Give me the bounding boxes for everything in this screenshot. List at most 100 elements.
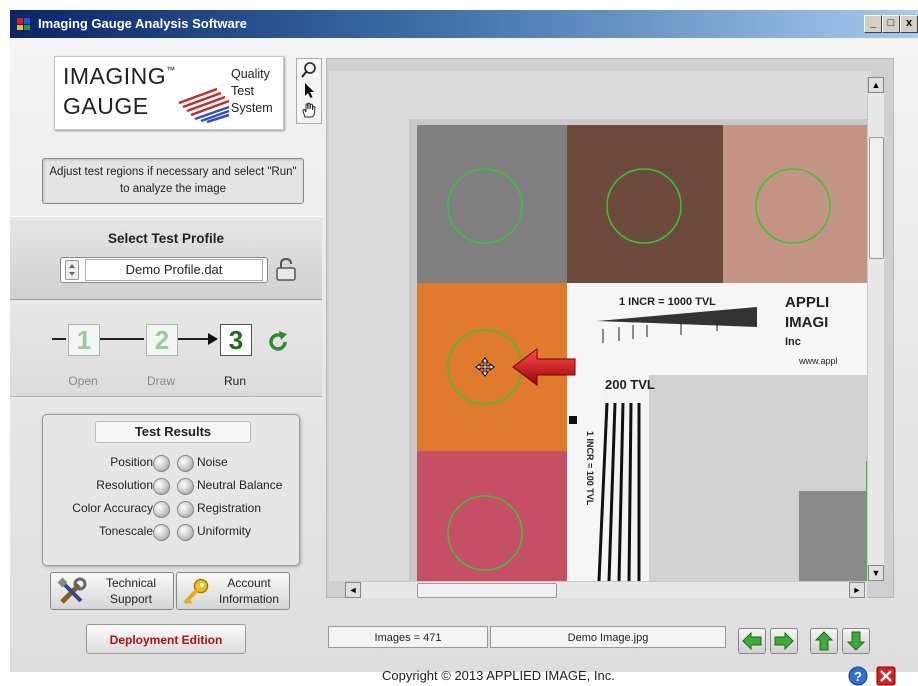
- test-profile-panel: Select Test Profile Demo Profile.dat: [10, 216, 322, 300]
- step-draw-button[interactable]: 2: [146, 324, 178, 356]
- image-viewer: 1 INCR = 1000 TVL APPLI IMAGI Inc www.ap…: [326, 58, 894, 598]
- exit-icon[interactable]: [876, 666, 896, 686]
- step-arrow-icon: [208, 333, 218, 345]
- test-chart-image: 1 INCR = 1000 TVL APPLI IMAGI Inc www.ap…: [409, 119, 871, 581]
- incr-top-label: 1 INCR = 1000 TVL: [619, 296, 716, 308]
- test-results-title: Test Results: [95, 421, 251, 443]
- brand-line2: IMAGI: [785, 314, 828, 331]
- account-information-button[interactable]: Account Information: [176, 572, 290, 610]
- step-connector: [178, 338, 212, 340]
- result-color-accuracy-label: Color Accuracy: [72, 501, 153, 515]
- incr-side-label: 1 INCR = 100 TVL: [585, 431, 595, 506]
- horizontal-scroll-thumb[interactable]: [417, 583, 557, 598]
- step-run-button[interactable]: 3: [220, 324, 252, 356]
- result-registration-indicator: [177, 501, 194, 518]
- tvl-label: 200 TVL: [605, 377, 655, 392]
- app-icon: [17, 18, 30, 30]
- main-client: IMAGING™ GAUGE Quality Test System Adjus…: [10, 38, 918, 686]
- brand-url: www.appl: [798, 356, 838, 366]
- close-button[interactable]: x: [900, 15, 918, 33]
- account-info-line2: Information: [218, 592, 280, 606]
- maximize-button[interactable]: □: [882, 15, 900, 33]
- imaging-gauge-logo: IMAGING™ GAUGE Quality Test System: [54, 56, 284, 130]
- arrow-up-icon: [814, 631, 834, 651]
- copyright-text: Copyright © 2013 APPLIED IMAGE, Inc.: [382, 668, 615, 683]
- arrow-left-icon: [742, 631, 762, 651]
- scroll-left-button[interactable]: ◄: [345, 582, 361, 598]
- logo-line2: GAUGE: [63, 93, 149, 119]
- spin-arrows-icon: [69, 264, 75, 276]
- step-draw-label: Draw: [146, 374, 175, 388]
- result-neutral-balance-label: Neutral Balance: [197, 478, 283, 492]
- arrow-right-icon: [774, 631, 794, 651]
- move-up-button[interactable]: [810, 628, 838, 654]
- next-image-button[interactable]: [770, 628, 798, 654]
- result-tonescale-label: Tonescale: [98, 524, 153, 538]
- zoom-icon[interactable]: [300, 61, 318, 79]
- result-neutral-balance-indicator: [177, 478, 194, 495]
- help-icon[interactable]: ?: [848, 666, 868, 686]
- account-info-line1: Account: [227, 576, 271, 590]
- step-run-label: Run: [223, 374, 246, 388]
- test-results-panel: Test Results Position Resolution Color A…: [42, 414, 300, 566]
- image-filename-field: Demo Image.jpg: [490, 626, 726, 648]
- logo-stripes-icon: [178, 87, 230, 123]
- tool-palette: [296, 58, 322, 124]
- result-registration-label: Registration: [197, 501, 262, 515]
- step-open-label: Open: [68, 374, 98, 388]
- pink-patch: [417, 451, 567, 581]
- logo-tagline-quality: Quality: [231, 67, 270, 81]
- result-position-indicator: [153, 455, 170, 472]
- scroll-down-button[interactable]: ▼: [868, 565, 884, 581]
- scroll-up-button[interactable]: ▲: [868, 77, 884, 93]
- gray-shape: [799, 491, 871, 581]
- scroll-right-button[interactable]: ►: [849, 582, 865, 598]
- skin-patch: [723, 125, 871, 283]
- pointer-icon[interactable]: [300, 81, 318, 99]
- window-title: Imaging Gauge Analysis Software: [38, 16, 248, 31]
- key-icon: [183, 578, 209, 605]
- logo-line1: IMAGING: [63, 63, 167, 89]
- tech-support-line1: Technical: [105, 576, 157, 590]
- title-bar: Imaging Gauge Analysis Software _ □ x: [10, 10, 918, 38]
- lock-icon[interactable]: [274, 257, 298, 281]
- logo-tm: ™: [166, 65, 176, 75]
- workflow-steps-panel: 1 2 3 Open Draw Run: [10, 300, 322, 397]
- step-connector: [52, 338, 66, 340]
- brand-line1: APPLI: [785, 294, 829, 311]
- result-position-label: Position: [110, 455, 153, 469]
- result-uniformity-indicator: [177, 524, 194, 541]
- instructions-box: Adjust test regions if necessary and sel…: [42, 158, 304, 204]
- minimize-button[interactable]: _: [864, 15, 882, 33]
- result-color-accuracy-indicator: [153, 501, 170, 518]
- marker-block: [569, 416, 577, 424]
- vertical-scroll-thumb[interactable]: [869, 137, 884, 259]
- step-open-button[interactable]: 1: [68, 324, 100, 356]
- hand-icon[interactable]: [300, 101, 318, 119]
- image-count-field: Images = 471: [328, 626, 488, 648]
- result-noise-indicator: [177, 455, 194, 472]
- result-noise-label: Noise: [197, 455, 228, 469]
- result-tonescale-indicator: [153, 524, 170, 541]
- arrow-down-icon: [846, 631, 866, 651]
- profile-title: Select Test Profile: [107, 231, 225, 246]
- step-connector: [100, 338, 144, 340]
- move-down-button[interactable]: [842, 628, 870, 654]
- logo-tagline-system: System: [231, 101, 273, 115]
- vertical-scrollbar[interactable]: ▲ ▼: [867, 77, 884, 581]
- horizontal-scrollbar[interactable]: ◄ ►: [345, 581, 867, 598]
- svg-text:?: ?: [854, 669, 862, 684]
- resolution-margin: [567, 283, 603, 581]
- image-canvas[interactable]: 1 INCR = 1000 TVL APPLI IMAGI Inc www.ap…: [329, 71, 871, 581]
- logo-tagline-test: Test: [231, 84, 254, 98]
- result-resolution-indicator: [153, 478, 170, 495]
- app-window: Imaging Gauge Analysis Software _ □ x IM…: [10, 10, 918, 686]
- previous-image-button[interactable]: [738, 628, 766, 654]
- technical-support-button[interactable]: Technical Support: [50, 572, 174, 610]
- deployment-edition-button[interactable]: Deployment Edition: [86, 624, 246, 654]
- tech-support-line2: Support: [109, 592, 153, 606]
- refresh-icon[interactable]: [266, 330, 290, 354]
- profile-spin-button[interactable]: [65, 260, 79, 280]
- brand-line3: Inc: [785, 336, 801, 348]
- profile-selector[interactable]: Demo Profile.dat: [60, 257, 268, 283]
